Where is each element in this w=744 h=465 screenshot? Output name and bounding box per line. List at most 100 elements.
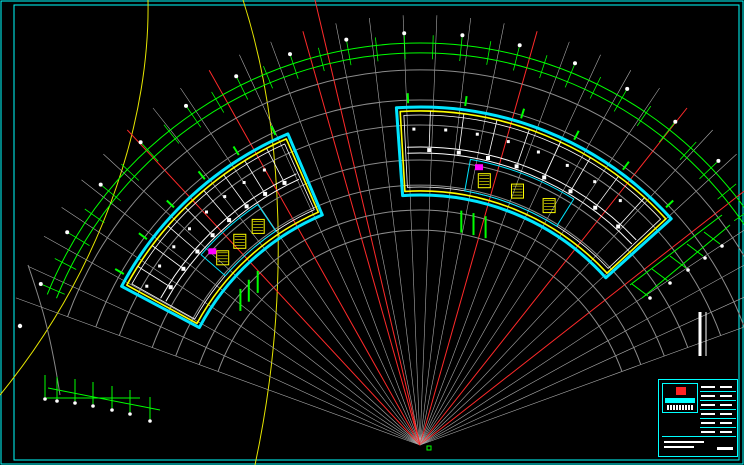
axis-bubble bbox=[138, 140, 143, 145]
room-tag bbox=[262, 168, 266, 172]
grid-arc bbox=[95, 99, 744, 328]
axis-bubble bbox=[517, 43, 522, 48]
axis-bubble bbox=[720, 244, 724, 248]
axis-bubble bbox=[128, 412, 132, 416]
dimension-tick bbox=[432, 35, 434, 60]
room-tag bbox=[593, 180, 597, 184]
magenta-fixture bbox=[208, 248, 217, 255]
center-marker-icon bbox=[426, 445, 432, 451]
room-tag bbox=[536, 150, 540, 154]
axis-bubble bbox=[716, 158, 721, 163]
title-block bbox=[658, 379, 738, 457]
room-tag bbox=[412, 127, 416, 131]
axis-bubble bbox=[73, 401, 77, 405]
site-curves bbox=[0, 0, 279, 465]
axis-bubble bbox=[703, 256, 707, 260]
dimension-line bbox=[629, 214, 723, 286]
dimension-tick bbox=[163, 124, 180, 144]
structural-column bbox=[593, 205, 598, 210]
structural-column bbox=[568, 189, 573, 194]
structural-column bbox=[616, 224, 621, 229]
room-partition bbox=[203, 190, 228, 219]
dimension-tick bbox=[717, 183, 737, 200]
radial-axis-line bbox=[314, 0, 421, 446]
room-partition bbox=[571, 157, 591, 189]
structural-column bbox=[195, 249, 200, 254]
structural-column bbox=[263, 191, 268, 196]
dimension-tick bbox=[54, 258, 77, 270]
structural-column bbox=[486, 156, 490, 160]
structural-column bbox=[514, 164, 519, 169]
dimension-tick bbox=[318, 47, 325, 72]
dimension-tick bbox=[658, 122, 675, 143]
grid-arc bbox=[198, 209, 642, 365]
structural-column bbox=[427, 148, 432, 153]
axis-bubble bbox=[234, 74, 239, 79]
structural-column bbox=[227, 218, 232, 223]
title-block-row bbox=[700, 410, 736, 419]
room-partition bbox=[545, 141, 561, 175]
room-partition bbox=[458, 113, 465, 150]
title-block-row bbox=[700, 419, 736, 428]
company-logo bbox=[662, 383, 698, 413]
title-block-rows bbox=[700, 383, 736, 437]
site-boundary-curve bbox=[0, 0, 149, 396]
room-partition bbox=[488, 119, 498, 156]
annotations bbox=[17, 312, 707, 451]
structural-column bbox=[542, 175, 547, 180]
structural-column bbox=[210, 233, 215, 238]
room-tag bbox=[223, 195, 227, 199]
title-block-row bbox=[700, 392, 736, 401]
dimension-tick bbox=[539, 55, 548, 79]
room-tag bbox=[506, 140, 510, 144]
axis-bubble bbox=[625, 86, 630, 91]
dimension-tick bbox=[236, 77, 249, 100]
room-tag bbox=[172, 245, 176, 249]
room-tag bbox=[618, 199, 622, 203]
room-tag bbox=[145, 284, 149, 288]
dimension-tick bbox=[290, 55, 299, 79]
structural-column bbox=[181, 266, 186, 271]
axis-bubble bbox=[184, 103, 188, 108]
dimension-tick bbox=[513, 47, 520, 71]
axis-bubble bbox=[648, 296, 652, 300]
room-tag bbox=[188, 227, 191, 231]
dimension-lines bbox=[38, 31, 744, 423]
axis-bubble bbox=[43, 397, 47, 401]
dimension-tick bbox=[651, 268, 669, 282]
room-partition bbox=[167, 225, 196, 250]
cad-drawing bbox=[0, 0, 744, 465]
axis-bubble bbox=[460, 33, 465, 38]
dimension-tick bbox=[631, 283, 649, 297]
axis-bubble bbox=[98, 182, 103, 187]
room-tag bbox=[444, 128, 448, 132]
dimension-tick bbox=[346, 41, 352, 66]
dimension-line bbox=[47, 387, 161, 411]
structural-column bbox=[168, 285, 173, 290]
window-marker bbox=[464, 95, 468, 107]
grid-arc bbox=[151, 159, 689, 348]
dimension-tick bbox=[703, 231, 721, 245]
room-tag bbox=[205, 210, 208, 214]
dimension-tick bbox=[375, 37, 379, 62]
room-partition bbox=[428, 111, 431, 148]
axis-bubble bbox=[686, 268, 690, 272]
window-marker bbox=[520, 108, 526, 119]
axis-bubble bbox=[17, 323, 23, 329]
dimension-tick bbox=[669, 255, 687, 269]
title-block-row bbox=[700, 401, 736, 410]
left-wing-plan bbox=[114, 125, 324, 330]
axis-bubble bbox=[38, 282, 43, 286]
room-tag bbox=[242, 181, 246, 184]
logo-band bbox=[665, 398, 695, 403]
dimension-tick bbox=[589, 76, 602, 99]
axis-bubble bbox=[402, 31, 407, 36]
axis-bubble bbox=[288, 52, 292, 57]
axis-bubble bbox=[110, 408, 114, 412]
logo-mark-icon bbox=[676, 387, 686, 395]
axis-bubble bbox=[55, 399, 59, 403]
title-block-footer bbox=[662, 436, 735, 455]
axis-bubble bbox=[91, 404, 95, 408]
sheet-number bbox=[717, 447, 733, 450]
site-edge-curve bbox=[27, 264, 61, 396]
